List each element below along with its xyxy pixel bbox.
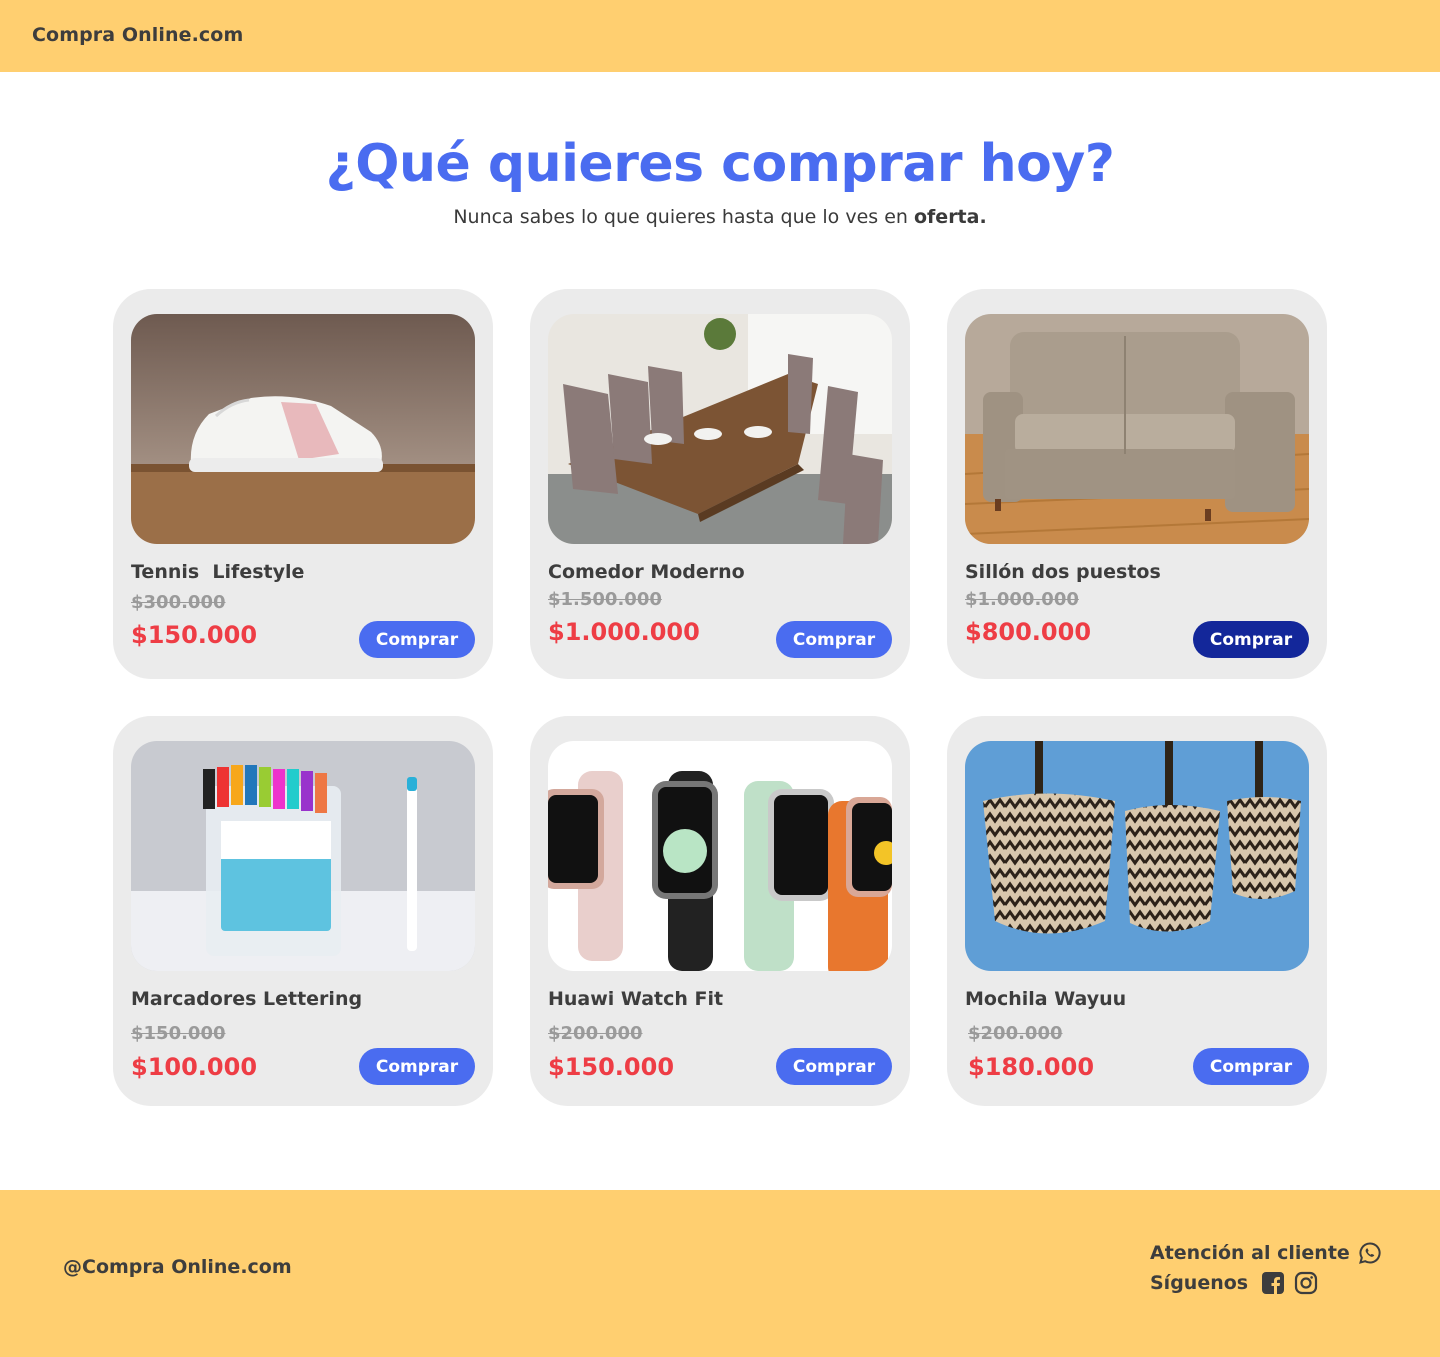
footer: @Compra Online.com Atención al cliente S… bbox=[0, 1190, 1440, 1357]
sale-price: $800.000 bbox=[965, 618, 1092, 646]
product-image-markers[interactable] bbox=[131, 741, 475, 971]
top-bar: Compra Online.com bbox=[0, 0, 1440, 72]
buy-button[interactable]: Comprar bbox=[1193, 1048, 1309, 1085]
old-price: $150.000 bbox=[131, 1023, 226, 1044]
follow-us-row: Síguenos bbox=[1150, 1268, 1382, 1298]
footer-contact: Atención al cliente Síguenos bbox=[1150, 1238, 1382, 1298]
customer-support-label: Atención al cliente bbox=[1150, 1242, 1350, 1264]
sale-price: $180.000 bbox=[968, 1053, 1095, 1081]
customer-support-row: Atención al cliente bbox=[1150, 1238, 1382, 1268]
old-price: $200.000 bbox=[968, 1023, 1063, 1044]
product-name: Tennis Lifestyle bbox=[131, 561, 305, 583]
subtitle-highlight: oferta. bbox=[913, 206, 987, 228]
old-price: $200.000 bbox=[548, 1023, 643, 1044]
sale-price: $100.000 bbox=[131, 1053, 258, 1081]
instagram-icon[interactable] bbox=[1294, 1271, 1318, 1295]
product-card: Comedor Moderno $1.500.000 $1.000.000 Co… bbox=[530, 289, 910, 679]
product-image-woven-bags[interactable] bbox=[965, 741, 1309, 971]
facebook-icon[interactable] bbox=[1262, 1272, 1285, 1294]
buy-button[interactable]: Comprar bbox=[359, 1048, 475, 1085]
product-name: Sillón dos puestos bbox=[965, 561, 1161, 583]
product-image-sneaker[interactable] bbox=[131, 314, 475, 544]
product-name: Huawi Watch Fit bbox=[548, 988, 724, 1010]
sale-price: $150.000 bbox=[131, 621, 258, 649]
page-subtitle: Nunca sabes lo que quieres hasta que lo … bbox=[0, 206, 1440, 228]
old-price: $1.500.000 bbox=[548, 589, 662, 610]
whatsapp-icon[interactable] bbox=[1358, 1241, 1382, 1265]
buy-button[interactable]: Comprar bbox=[1193, 621, 1309, 658]
brand-logo[interactable]: Compra Online.com bbox=[32, 24, 243, 46]
product-card: Marcadores Lettering $150.000 $100.000 C… bbox=[113, 716, 493, 1106]
product-image-smartwatches[interactable] bbox=[548, 741, 892, 971]
page-title: ¿Qué quieres comprar hoy? bbox=[325, 134, 1115, 194]
product-image-dining-table[interactable] bbox=[548, 314, 892, 544]
product-name: Comedor Moderno bbox=[548, 561, 745, 583]
old-price: $300.000 bbox=[131, 592, 226, 613]
sale-price: $150.000 bbox=[548, 1053, 675, 1081]
subtitle-text: Nunca sabes lo que quieres hasta que lo … bbox=[453, 206, 914, 228]
follow-us-label: Síguenos bbox=[1150, 1272, 1249, 1294]
footer-handle[interactable]: @Compra Online.com bbox=[63, 1256, 292, 1278]
product-card: Sillón dos puestos $1.000.000 $800.000 C… bbox=[947, 289, 1327, 679]
product-image-sofa[interactable] bbox=[965, 314, 1309, 544]
buy-button[interactable]: Comprar bbox=[776, 621, 892, 658]
product-name: Marcadores Lettering bbox=[131, 988, 363, 1010]
buy-button[interactable]: Comprar bbox=[359, 621, 475, 658]
sale-price: $1.000.000 bbox=[548, 618, 700, 646]
buy-button[interactable]: Comprar bbox=[776, 1048, 892, 1085]
product-name: Mochila Wayuu bbox=[965, 988, 1127, 1010]
old-price: $1.000.000 bbox=[965, 589, 1079, 610]
product-card: Tennis Lifestyle $300.000 $150.000 Compr… bbox=[113, 289, 493, 679]
product-card: Huawi Watch Fit $200.000 $150.000 Compra… bbox=[530, 716, 910, 1106]
product-card: Mochila Wayuu $200.000 $180.000 Comprar bbox=[947, 716, 1327, 1106]
